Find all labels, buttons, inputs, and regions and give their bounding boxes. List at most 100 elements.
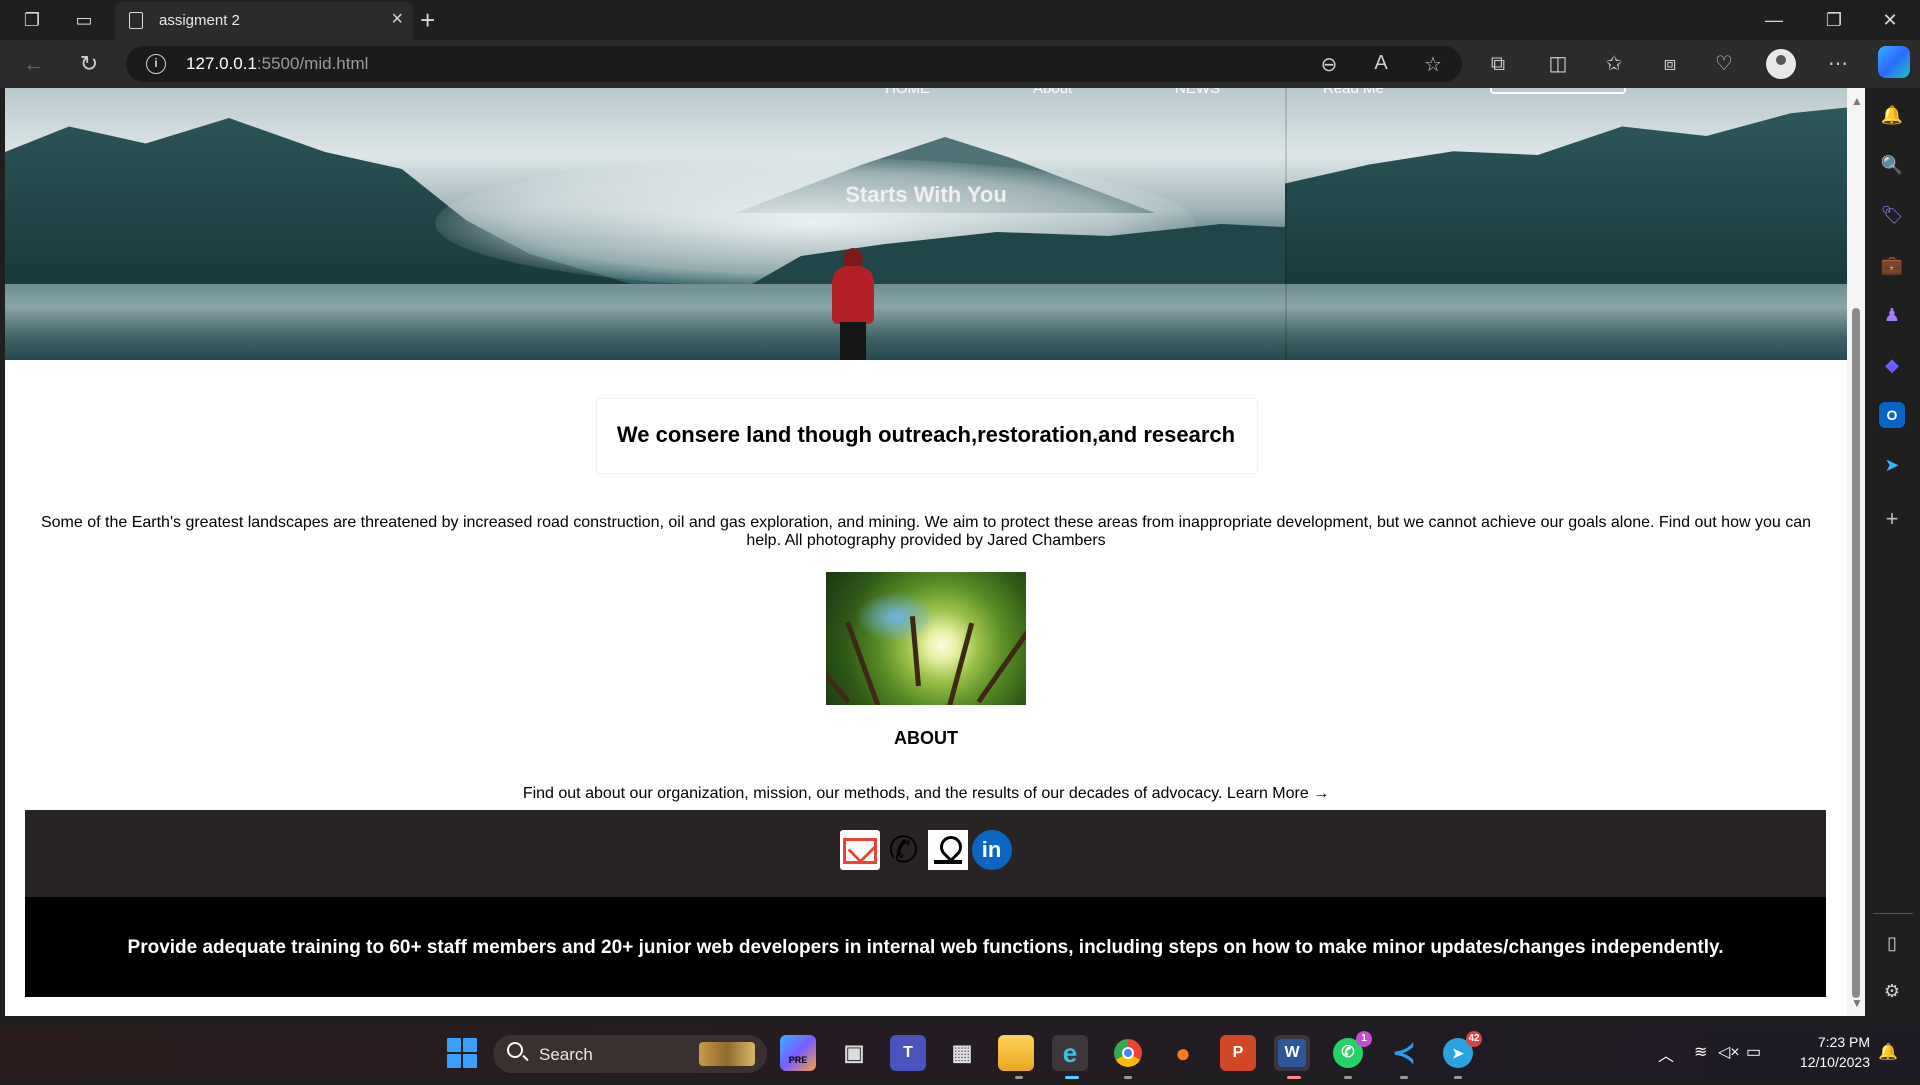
firefox-icon[interactable]: ● [1165, 1035, 1201, 1071]
browser-chrome: ❐ ▭ assigment 2 × + — ❐ ✕ ← ↻ i 127.0.0.… [0, 0, 1920, 88]
intro-paragraph: Some of the Earth's greatest landscapes … [40, 514, 1812, 549]
headline: We consere land though outreach,restorat… [616, 422, 1236, 447]
windows-start-icon[interactable] [447, 1038, 477, 1068]
telegram-icon[interactable]: ➤ 42 [1440, 1031, 1482, 1071]
whatsapp-icon[interactable]: ✆ 1 [1330, 1031, 1372, 1071]
restore-button[interactable]: ❐ [1806, 0, 1862, 40]
vscode-icon[interactable]: ≺ [1386, 1035, 1422, 1071]
profile-avatar[interactable] [1766, 49, 1796, 79]
hero-lake [5, 284, 1847, 360]
volume-muted-icon[interactable]: ◁× [1718, 1042, 1740, 1062]
navigation-bar: ← ↻ i 127.0.0.1:5500/mid.html ⊖ A ☆ ⧉ ◫ … [0, 40, 1920, 88]
page-viewport: HOME About NEWS Read Me Starts With You … [5, 88, 1847, 1016]
close-tab-icon[interactable]: × [391, 8, 403, 31]
extensions-icon[interactable]: ⧉ [1480, 46, 1516, 82]
window-bottom-edge [0, 1016, 1920, 1026]
running-indicator [1015, 1076, 1023, 1079]
word-icon[interactable]: W [1274, 1035, 1310, 1071]
notification-bell-icon[interactable]: 🔔 [1879, 102, 1905, 128]
favorites-icon[interactable]: ✩ [1596, 46, 1632, 82]
outlook-icon[interactable]: O [1879, 402, 1905, 428]
close-window-button[interactable]: ✕ [1862, 0, 1918, 40]
new-tab-button[interactable]: + [420, 0, 435, 40]
zoom-icon[interactable]: ⊖ [1314, 52, 1344, 77]
hero-image-seam [1285, 88, 1287, 360]
shopping-tag-icon[interactable]: 🏷 [1879, 202, 1905, 228]
nav-button[interactable] [1490, 88, 1626, 94]
clock-time[interactable]: 7:23 PM [1780, 1034, 1870, 1050]
sidebar-divider [1873, 913, 1913, 914]
page-scrollbar[interactable]: ▲ ▼ [1847, 88, 1865, 1016]
tab-bar: ❐ ▭ assigment 2 × + — ❐ ✕ [0, 0, 1920, 40]
footer-social-bar: ✆ in [25, 810, 1826, 897]
maps-icon[interactable] [927, 830, 968, 870]
split-screen-icon[interactable]: ◫ [1540, 46, 1576, 82]
scroll-down-icon[interactable]: ▼ [1851, 996, 1863, 1010]
running-indicator [1400, 1076, 1408, 1079]
edge-icon[interactable]: e [1052, 1035, 1088, 1071]
edge-sidebar: 🔔 🔍 🏷 💼 ♟ ◆ O ➤ + ▯ ⚙ [1865, 88, 1920, 1016]
url-text[interactable]: 127.0.0.1:5500/mid.html [186, 54, 368, 74]
taskbar-search-label: Search [539, 1045, 593, 1064]
hero-banner: HOME About NEWS Read Me Starts With You [5, 88, 1847, 360]
wifi-icon[interactable]: ≋ [1694, 1042, 1707, 1062]
site-info-icon[interactable]: i [146, 54, 166, 74]
chrome-icon[interactable] [1110, 1035, 1146, 1071]
hero-title: Starts With You [845, 182, 1007, 207]
powerpoint-icon[interactable]: P [1220, 1035, 1256, 1071]
linkedin-icon[interactable]: in [971, 830, 1012, 870]
back-button[interactable]: ← [16, 46, 52, 82]
nav-news-link[interactable]: NEWS [1175, 88, 1220, 97]
telegram-badge: 42 [1466, 1031, 1482, 1047]
social-links: ✆ in [25, 830, 1826, 874]
gmail-icon[interactable] [839, 830, 880, 870]
copilot-sidebar-icon[interactable]: ◆ [1879, 352, 1905, 378]
refresh-button[interactable]: ↻ [71, 46, 107, 82]
footer-text: Provide adequate training to 60+ staff m… [127, 937, 1724, 958]
file-explorer-icon[interactable] [998, 1035, 1034, 1071]
page-icon [129, 12, 143, 29]
address-bar[interactable]: i 127.0.0.1:5500/mid.html ⊖ A ☆ [126, 46, 1462, 82]
games-icon[interactable]: ♟ [1879, 302, 1905, 328]
more-options-icon[interactable]: ⋯ [1820, 46, 1856, 82]
active-indicator [1287, 1076, 1301, 1079]
favorite-star-icon[interactable]: ☆ [1418, 52, 1448, 77]
mission-text[interactable]: Find out about our organization, mission… [5, 785, 1847, 803]
collections-icon[interactable]: ⧈ [1652, 46, 1688, 82]
hero-person [828, 248, 878, 360]
notification-icon[interactable]: 🔔 [1878, 1042, 1898, 1062]
phone-icon[interactable]: ✆ [884, 830, 924, 870]
tab-active[interactable]: assigment 2 × [115, 2, 413, 40]
task-view-icon[interactable]: ▣ [836, 1035, 872, 1071]
running-indicator [1454, 1076, 1462, 1079]
tools-briefcase-icon[interactable]: 💼 [1879, 252, 1905, 278]
minimize-button[interactable]: — [1746, 0, 1802, 40]
forest-canopy-image [826, 572, 1026, 705]
scroll-up-icon[interactable]: ▲ [1851, 94, 1863, 108]
search-icon[interactable]: 🔍 [1879, 152, 1905, 178]
tab-title: assigment 2 [159, 12, 240, 29]
search-highlight-image [699, 1042, 755, 1066]
read-aloud-icon[interactable]: A [1366, 52, 1396, 75]
nav-home-link[interactable]: HOME [885, 88, 930, 97]
copilot-pre-icon[interactable]: PRE [780, 1035, 816, 1071]
settings-gear-icon[interactable]: ⚙ [1879, 978, 1905, 1004]
scrollbar-thumb[interactable] [1852, 308, 1860, 998]
nav-about-link[interactable]: About [1033, 88, 1072, 97]
workspaces-icon[interactable]: ❐ [14, 0, 50, 40]
hide-sidebar-icon[interactable]: ▯ [1879, 930, 1905, 956]
chevron-up-icon[interactable]: ︿ [1658, 1042, 1674, 1066]
nav-readme-link[interactable]: Read Me [1323, 88, 1384, 97]
teams-icon[interactable]: T [890, 1035, 926, 1071]
send-icon[interactable]: ➤ [1879, 452, 1905, 478]
battery-icon[interactable]: ▭ [1746, 1042, 1761, 1062]
about-heading: ABOUT [894, 728, 958, 748]
taskbar: Search PRE ▣ T ▦ e ● P W ✆ 1 ≺ ➤ 42 ︿ ≋ ◁×… [0, 1026, 1920, 1080]
add-sidebar-app-icon[interactable]: + [1879, 506, 1905, 532]
taskbar-search[interactable]: Search [493, 1035, 767, 1073]
microsoft-store-icon[interactable]: ▦ [944, 1035, 980, 1071]
tab-actions-icon[interactable]: ▭ [66, 0, 102, 40]
clock-date[interactable]: 12/10/2023 [1780, 1054, 1870, 1070]
browser-essentials-icon[interactable]: ♡ [1706, 46, 1742, 82]
copilot-icon[interactable] [1878, 46, 1910, 78]
